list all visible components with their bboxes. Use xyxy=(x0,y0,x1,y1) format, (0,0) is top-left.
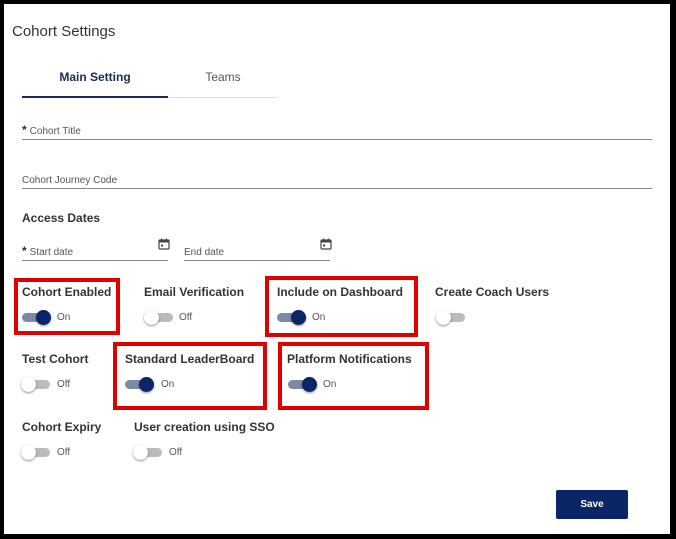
sso-toggle[interactable] xyxy=(133,445,162,460)
tab-main-setting[interactable]: Main Setting xyxy=(22,70,168,98)
notifications-toggle[interactable] xyxy=(288,377,317,392)
cohort-settings-panel: Cohort Settings Main Setting Teams * Coho… xyxy=(4,4,670,534)
email-verification-toggle[interactable] xyxy=(144,310,173,325)
access-dates-label: Access Dates xyxy=(22,211,101,225)
page-title: Cohort Settings xyxy=(12,23,116,40)
cohort-enabled-label: Cohort Enabled xyxy=(22,285,112,299)
include-dashboard-toggle[interactable] xyxy=(277,310,306,325)
cohort-enabled-toggle[interactable] xyxy=(22,310,51,325)
notifications-label: Platform Notifications xyxy=(287,352,412,366)
leaderboard-state: On xyxy=(161,379,175,390)
cohort-title-field[interactable]: * Cohort Title xyxy=(22,121,652,140)
email-verification-state: Off xyxy=(179,312,193,323)
cohort-expiry-toggle[interactable] xyxy=(21,445,50,460)
cohort-enabled-state: On xyxy=(57,312,71,323)
include-dashboard-state: On xyxy=(312,312,326,323)
leaderboard-toggle[interactable] xyxy=(125,377,154,392)
include-dashboard-label: Include on Dashboard xyxy=(277,285,404,299)
journey-code-placeholder: Cohort Journey Code xyxy=(22,175,118,186)
start-date-field[interactable]: * Start date xyxy=(22,238,170,261)
start-date-placeholder: * Start date xyxy=(22,244,74,258)
required-mark: * xyxy=(22,123,27,137)
create-coach-label: Create Coach Users xyxy=(435,285,550,299)
calendar-icon[interactable] xyxy=(320,238,332,250)
tab-teams[interactable]: Teams xyxy=(168,70,278,98)
end-date-placeholder: End date xyxy=(184,247,225,258)
leaderboard-label: Standard LeaderBoard xyxy=(125,352,255,366)
required-mark: * xyxy=(22,244,27,258)
cohort-expiry-label: Cohort Expiry xyxy=(22,420,102,434)
test-cohort-label: Test Cohort xyxy=(22,352,89,366)
cohort-title-placeholder: * Cohort Title xyxy=(22,123,81,137)
sso-state: Off xyxy=(169,447,183,458)
sso-label: User creation using SSO xyxy=(134,420,275,434)
cohort-journey-code-field[interactable]: Cohort Journey Code xyxy=(22,170,652,189)
test-cohort-toggle[interactable] xyxy=(21,377,50,392)
save-button[interactable]: Save xyxy=(556,490,628,519)
end-date-field[interactable]: End date xyxy=(184,238,332,261)
calendar-icon[interactable] xyxy=(158,238,170,250)
create-coach-toggle[interactable] xyxy=(436,310,465,325)
notifications-state: On xyxy=(323,379,337,390)
cohort-expiry-state: Off xyxy=(57,447,71,458)
email-verification-label: Email Verification xyxy=(144,285,245,299)
test-cohort-state: Off xyxy=(57,379,71,390)
